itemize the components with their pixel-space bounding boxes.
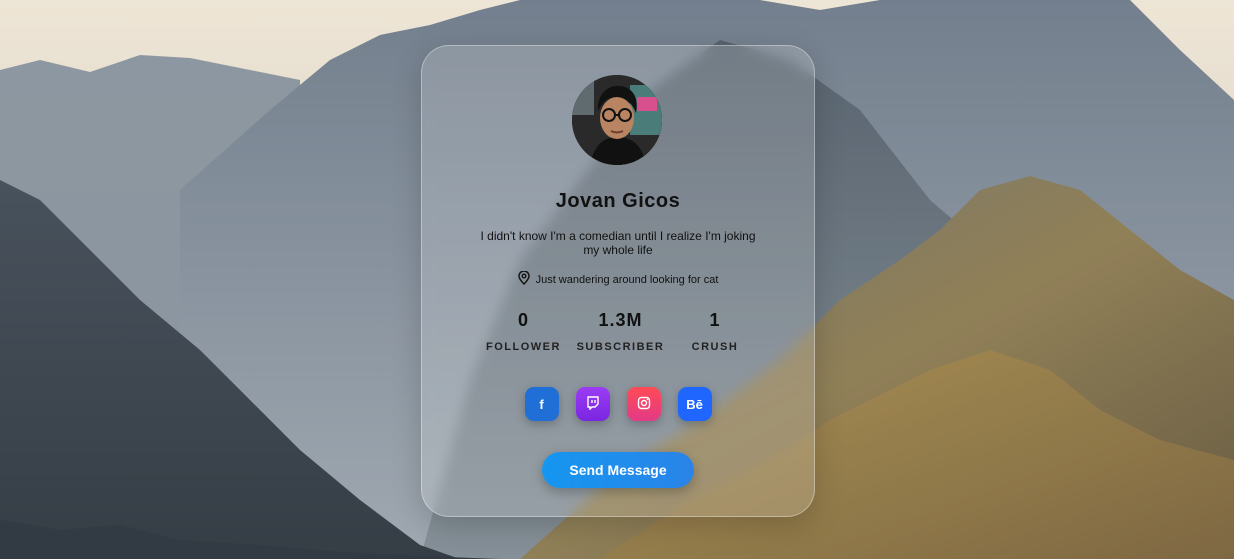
stat-subscriber: 1.3M SUBSCRIBER — [577, 310, 665, 353]
subscriber-count: 1.3M — [598, 310, 643, 330]
stats-row: 0 FOLLOWER 1.3M SUBSCRIBER 1 CRUSH — [486, 310, 750, 353]
avatar — [572, 75, 662, 165]
follower-label: FOLLOWER — [486, 341, 561, 353]
location-pin-icon — [517, 270, 530, 288]
stat-follower: 0 FOLLOWER — [486, 310, 561, 353]
location-row: Just wandering around looking for cat — [422, 270, 814, 288]
twitch-icon — [586, 395, 600, 413]
facebook-button[interactable]: f — [524, 387, 559, 421]
location-text: Just wandering around looking for cat — [535, 273, 719, 286]
profile-card: Jovan Gicos I didn't know I'm a comedian… — [421, 45, 815, 517]
behance-icon: Bē — [686, 396, 703, 412]
profile-bio: I didn't know I'm a comedian until I rea… — [480, 229, 756, 257]
social-links: f Bē — [422, 387, 814, 421]
behance-button[interactable]: Bē — [677, 387, 712, 421]
profile-name: Jovan Gicos — [555, 190, 681, 212]
twitch-button[interactable] — [575, 387, 610, 421]
subscriber-label: SUBSCRIBER — [576, 341, 665, 353]
follower-count: 0 — [517, 310, 529, 330]
crush-label: CRUSH — [691, 341, 739, 353]
avatar-image — [572, 75, 662, 165]
facebook-icon: f — [539, 396, 544, 412]
instagram-icon — [637, 396, 651, 413]
send-message-button[interactable]: Send Message — [542, 452, 694, 488]
stat-crush: 1 CRUSH — [680, 310, 750, 353]
crush-count: 1 — [709, 310, 721, 330]
instagram-button[interactable] — [626, 387, 661, 421]
